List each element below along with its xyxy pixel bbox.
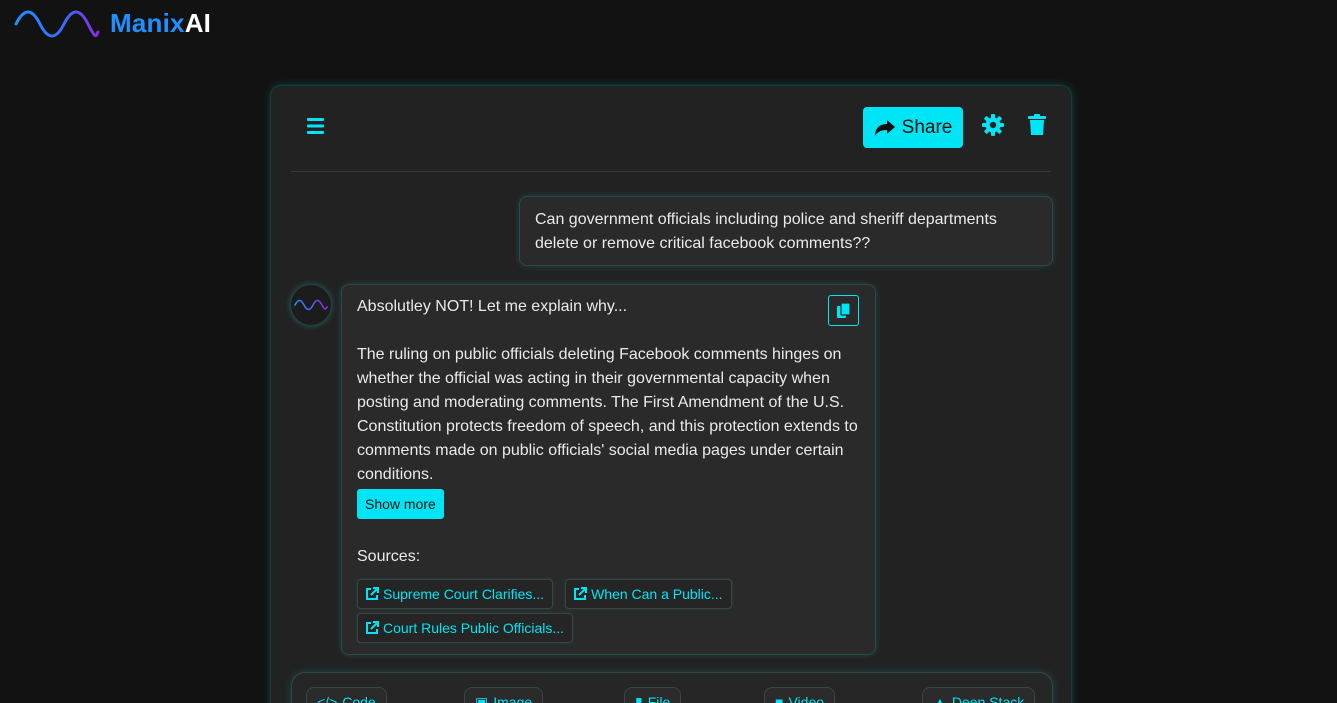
brand-name-part1: Manix bbox=[110, 7, 185, 38]
bot-avatar bbox=[290, 284, 332, 326]
wave-avatar-icon bbox=[294, 299, 328, 311]
trash-icon[interactable] bbox=[1028, 114, 1046, 136]
share-label: Share bbox=[901, 116, 953, 138]
mode-bar: </> Code ▣ Image ▮ File ■ Video ▲ Deep S… bbox=[291, 672, 1053, 703]
external-link-icon bbox=[366, 621, 379, 634]
source-link-label: Court Rules Public Officials... bbox=[383, 620, 565, 636]
brand-logo: ManixAI bbox=[14, 6, 211, 40]
image-icon: ▣ bbox=[475, 693, 489, 703]
copy-button[interactable] bbox=[828, 295, 859, 326]
sources-list: Supreme Court Clarifies... When Can a Pu… bbox=[357, 579, 777, 643]
bot-intro: Absolutley NOT! Let me explain why... bbox=[357, 298, 628, 315]
chat-panel: Share Can government officials including… bbox=[271, 86, 1071, 703]
mode-label: Code bbox=[342, 694, 376, 703]
source-link[interactable]: Court Rules Public Officials... bbox=[357, 613, 574, 643]
share-icon bbox=[874, 119, 895, 136]
user-message: Can government officials including polic… bbox=[519, 196, 1053, 266]
mode-deep-stack-button[interactable]: ▲ Deep Stack bbox=[922, 687, 1036, 703]
video-icon: ■ bbox=[775, 694, 784, 703]
mode-code-button[interactable]: </> Code bbox=[306, 687, 387, 703]
mode-image-button[interactable]: ▣ Image bbox=[464, 687, 544, 703]
graduation-cap-icon: ▲ bbox=[933, 694, 947, 703]
mode-video-button[interactable]: ■ Video bbox=[764, 687, 836, 703]
mode-file-button[interactable]: ▮ File bbox=[624, 687, 682, 703]
source-link-label: When Can a Public... bbox=[591, 586, 723, 602]
source-link[interactable]: Supreme Court Clarifies... bbox=[357, 579, 554, 609]
user-message-text: Can government officials including polic… bbox=[535, 211, 997, 252]
brand-name: ManixAI bbox=[110, 8, 211, 39]
sources-label: Sources: bbox=[357, 548, 421, 565]
external-link-icon bbox=[574, 587, 588, 600]
wave-logo-icon bbox=[14, 10, 100, 38]
mode-label: Deep Stack bbox=[951, 694, 1025, 703]
external-link-icon bbox=[366, 587, 379, 600]
mode-label: Video bbox=[788, 694, 825, 703]
bot-message: Absolutley NOT! Let me explain why... Th… bbox=[341, 284, 876, 655]
mode-label: File bbox=[647, 694, 671, 703]
source-link-label: Supreme Court Clarifies... bbox=[383, 586, 545, 602]
file-icon: ▮ bbox=[635, 693, 643, 703]
show-more-button[interactable]: Show more bbox=[357, 489, 444, 519]
code-icon: </> bbox=[317, 694, 338, 703]
bot-body-text: The ruling on public officials deleting … bbox=[357, 346, 858, 483]
copy-icon bbox=[836, 302, 851, 318]
gear-icon[interactable] bbox=[982, 114, 1004, 136]
brand-name-part2: AI bbox=[184, 7, 212, 38]
menu-icon[interactable] bbox=[306, 116, 326, 136]
mode-label: Image bbox=[493, 694, 533, 703]
source-link[interactable]: When Can a Public... bbox=[565, 579, 732, 609]
chat-toolbar: Share bbox=[291, 86, 1051, 172]
share-button[interactable]: Share bbox=[863, 107, 963, 148]
